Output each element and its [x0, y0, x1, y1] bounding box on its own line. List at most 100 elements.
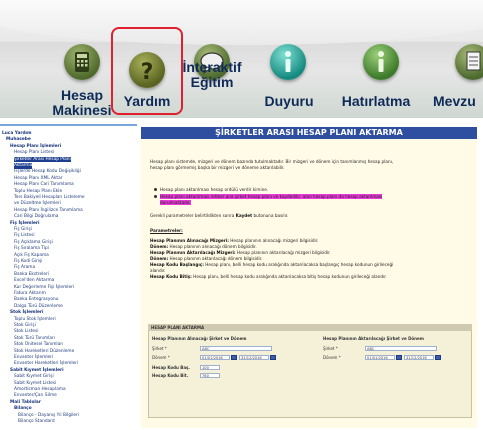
calendar-icon[interactable]: [270, 355, 276, 360]
bullet-2a: Hesap planı aktarılması rehber ana şirke…: [160, 194, 383, 199]
tree-item[interactable]: Banka Ekstreleri: [14, 272, 49, 278]
tree-item[interactable]: Açık Fiş Kapama: [14, 253, 49, 259]
tree-item[interactable]: Fiş Sıralama Tipi: [14, 246, 49, 252]
tree-item[interactable]: Stok Girişi: [14, 323, 36, 329]
tree-item[interactable]: Envanter İşlemleri: [14, 355, 53, 361]
left-donem-label: Dönem *: [152, 355, 170, 360]
highlighted-text: Hesap planı aktarılması rehber ana şirke…: [160, 194, 383, 199]
tree-item[interactable]: Mali Tablolar: [10, 400, 41, 406]
form-header: HESAP PLANI AKTARMA: [148, 324, 472, 331]
param-key: Dönem:: [150, 256, 169, 261]
param-desc: Hesap planının aktarılacağı mizgeri bilg…: [235, 250, 331, 255]
calendar-icon[interactable]: [396, 355, 402, 360]
tree-item[interactable]: Bilanço Standard: [18, 419, 55, 425]
tree-item[interactable]: Toplu Hesap Planı Ekle: [14, 189, 62, 195]
hesap-makinesi-label: Hesap Makinesi: [52, 87, 112, 118]
tree-item[interactable]: Fatura Aktarım: [14, 291, 46, 297]
tree-item[interactable]: Bilanço: [14, 406, 32, 412]
left-sirket-label: Şirket *: [152, 346, 167, 351]
tree-item[interactable]: Fiş Listesi: [14, 233, 35, 239]
bullet-dot: [154, 195, 157, 198]
right-donem-label: Dönem *: [323, 355, 341, 360]
tree-item[interactable]: Fiş Açıklama Girişi: [14, 240, 53, 246]
tree-item[interactable]: Stok Hareketleri Düzenleme: [14, 349, 74, 355]
calendar-icon[interactable]: [231, 355, 237, 360]
tree-item[interactable]: Fiş İşlemleri: [10, 221, 39, 227]
tree-item[interactable]: Sabit Kıymet İşlemleri: [10, 368, 64, 374]
tree-item[interactable]: Hesap Planı XML Aktar: [14, 176, 62, 182]
tree-item[interactable]: Toplu Stok İşlemleri: [14, 317, 56, 323]
param-line: Hesap Kodu Bitiş: Hesap planı, belli hes…: [150, 274, 387, 279]
instruction-line: Gerekli parametreler belirtildikten sonr…: [150, 213, 289, 218]
param-desc: Hesap planının aktarılacağı dönem bilgis…: [168, 256, 263, 261]
kod-bit-input[interactable]: 760: [200, 373, 220, 378]
param-key: Hesap Kodu Bitiş:: [150, 274, 192, 279]
tree-item[interactable]: Hesap Planı İngilizce Tanımlama: [14, 208, 83, 214]
left-donem-start-input[interactable]: 01/01/2016: [200, 355, 230, 360]
param-line: Hesap Planının Aktarılacağı Mizgeri: Hes…: [150, 250, 331, 255]
bullet-2b: durulmaktadır.: [160, 200, 191, 205]
document-icon: [455, 44, 483, 80]
kod-bit-label: Hesap Kodu Bit.: [152, 373, 189, 378]
tree-item[interactable]: Envanter/Çarı Silme: [14, 393, 57, 399]
tree-item[interactable]: Dalga Türü Düzenleme: [14, 304, 63, 310]
duyuru-label: Duyuru: [264, 93, 314, 109]
tree-item[interactable]: Sabit Kıymet Listesi: [14, 381, 56, 387]
param-key: Hesap Planının Alınacağı Mizgeri:: [150, 238, 229, 243]
tree-item[interactable]: Stok Listesi: [14, 329, 38, 335]
right-sirket-input[interactable]: ABC: [365, 346, 437, 351]
highlight-frame: [111, 27, 183, 115]
tree-item[interactable]: Fişlerde Hesap Kodu Değişikliği: [14, 169, 81, 175]
param-key: Dönem:: [150, 244, 169, 249]
param-desc: Hesap planının alınacağı mizgeri bilgisi…: [228, 238, 319, 243]
info-icon: [363, 44, 399, 80]
tree-item[interactable]: Fiş Kodi Girişi: [14, 259, 42, 265]
param-line: Dönem: Hesap planının aktarılacağı dönem…: [150, 256, 262, 261]
tree-item[interactable]: Stok Türü Tanımları: [14, 336, 55, 342]
hatirlatma-label: Hatırlatma: [341, 93, 411, 109]
tree-item[interactable]: Fiş Girişi: [14, 227, 32, 233]
tree-item[interactable]: Envanter Hareketleri İşlemleri: [14, 361, 78, 367]
right-sirket-label: Şirket *: [323, 346, 338, 351]
bullet-1: Hesap planı aktarılması hesap ordülü ver…: [160, 187, 269, 192]
param-key: Hesap Planının Aktarılacağı Mizgeri:: [150, 250, 236, 255]
tree-item[interactable]: Stok İşlemleri: [10, 310, 43, 316]
kod-bas-label: Hesap Kodu Baş.: [152, 365, 190, 370]
right-donem-start-input[interactable]: 01/01/2016: [365, 355, 395, 360]
param-key: Hesap Kodu Başlangıç:: [150, 262, 204, 267]
tree-item[interactable]: Hesap Planı İşlemleri: [10, 144, 61, 150]
tree-item[interactable]: Aktarma: [14, 163, 33, 169]
tree-item[interactable]: Ters Bakiyeli Hesapları Listeleme: [14, 195, 85, 201]
intro-line-1: Hesap planı sistemde, mizgeri ve dönem b…: [150, 159, 394, 164]
param-desc: Hesap planının alınacağı dönem bilgisidi…: [168, 244, 257, 249]
right-donem-end-input[interactable]: 31/12/2016: [404, 355, 434, 360]
tree-item[interactable]: Stok Ünitesel Tanımları: [14, 342, 63, 348]
kod-bas-input[interactable]: 100: [200, 365, 220, 370]
tree-item[interactable]: Hesap Planı Cari Tanımlama: [14, 182, 74, 188]
tree-item[interactable]: Şirketler Arası Hesap Planı: [14, 156, 71, 163]
tree-item[interactable]: Amortisman Hesaplama: [14, 387, 66, 393]
tree-item[interactable]: Bilanço - Dayanış Yıl Bilgileri: [18, 413, 79, 419]
tree-item[interactable]: Cari Bilgi Doğrulama: [14, 214, 58, 220]
tree-item[interactable]: Hesap Planı Listesi: [14, 150, 54, 156]
left-sirket-input[interactable]: ABC: [200, 346, 272, 351]
interaktif-egitim-label: İnteraktif Eğitim: [182, 59, 242, 90]
tree-item[interactable]: Luca Yardım: [2, 131, 32, 137]
tree-item[interactable]: Sabit Kıymet Girişi: [14, 374, 54, 380]
tree-item[interactable]: Fiş Arama: [14, 265, 35, 271]
params-title: Parametreler:: [150, 228, 183, 233]
right-section-title: Hesap Planının Aktarılacağı Şirket ve Dö…: [323, 336, 424, 341]
tree-item[interactable]: Kur Değerleme Fişi İşlemleri: [14, 285, 74, 291]
param-line: Dönem: Hesap planının alınacağı dönem bi…: [150, 244, 257, 249]
tree-item[interactable]: Muhasebe: [6, 137, 31, 143]
left-donem-end-input[interactable]: 31/12/2016: [239, 355, 269, 360]
intro-line-2: hesap planı görmemiş başka bir mizgeri v…: [150, 165, 285, 170]
bullet-dot: [154, 188, 157, 191]
toolbar: Hesap Makinesi ? Yardım İnteraktif Eğiti…: [0, 0, 483, 118]
info-icon: [270, 44, 306, 80]
highlighted-text: durulmaktadır.: [160, 200, 191, 205]
tree-item[interactable]: ve Düzeltme İşlemleri: [14, 201, 61, 207]
tree-item[interactable]: Banka Entegrasyonu: [14, 297, 58, 303]
calendar-icon[interactable]: [435, 355, 441, 360]
tree-item[interactable]: Excel'den Aktarma: [14, 278, 54, 284]
